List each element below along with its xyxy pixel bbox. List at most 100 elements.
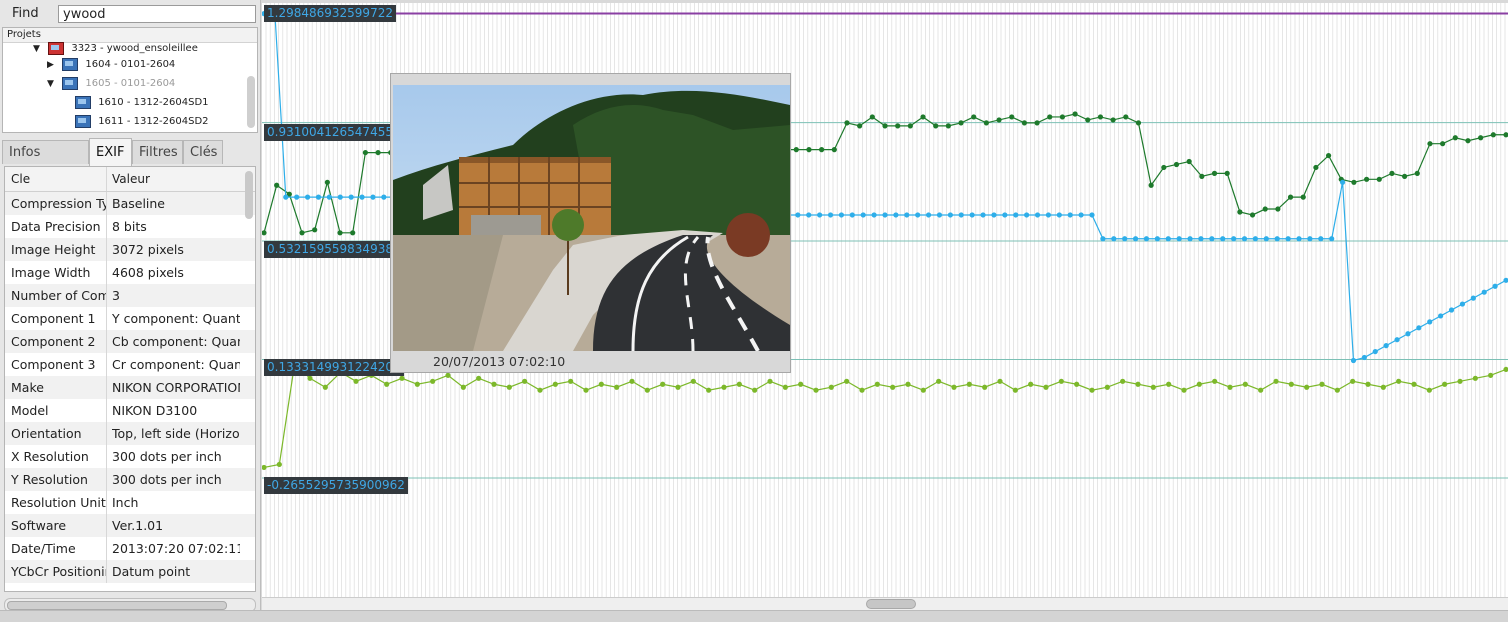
- column-divider: [106, 491, 107, 514]
- series-blue-point: [370, 194, 376, 200]
- exif-row[interactable]: Model NIKON D3100: [5, 399, 255, 422]
- computer-icon: [75, 95, 91, 109]
- exif-row[interactable]: Component 3 Cr component: Quantization: [5, 353, 255, 376]
- exif-value: 4608 pixels: [112, 265, 184, 280]
- tree-item-1610[interactable]: 1610 - 1312-2604SD1: [75, 93, 209, 112]
- computer-icon: [75, 114, 91, 128]
- column-divider: [106, 284, 107, 307]
- expand-arrow-icon[interactable]: ▶: [47, 56, 59, 75]
- series-light-green-point: [1135, 381, 1141, 387]
- exif-row[interactable]: Number of Components 3: [5, 284, 255, 307]
- exif-value: Y component: Quantization: [112, 311, 240, 326]
- tree-item-1611[interactable]: 1611 - 1312-2604SD2: [75, 112, 209, 131]
- series-light-green-point: [966, 381, 972, 387]
- photo-timestamp: 20/07/2013 07:02:10: [433, 354, 566, 369]
- tab-infos-image[interactable]: Infos Image: [2, 140, 89, 184]
- series-light-green-point: [951, 384, 957, 390]
- exif-row[interactable]: Data Precision 8 bits: [5, 215, 255, 238]
- exif-row[interactable]: Image Height 3072 pixels: [5, 238, 255, 261]
- exif-row[interactable]: Orientation Top, left side (Horizontal): [5, 422, 255, 445]
- series-dark-green-point: [971, 114, 977, 120]
- series-blue-point: [1241, 236, 1248, 242]
- series-light-green-point: [1043, 384, 1049, 390]
- tab-filtres[interactable]: Filtres: [132, 140, 183, 164]
- column-divider: [106, 399, 107, 422]
- series-light-green-point: [1350, 378, 1356, 384]
- series-light-green-point: [890, 384, 896, 390]
- exif-row[interactable]: X Resolution 300 dots per inch: [5, 445, 255, 468]
- exif-row[interactable]: YCbCr Positioning Datum point: [5, 560, 255, 583]
- column-header-cle[interactable]: Cle: [11, 167, 107, 191]
- column-divider[interactable]: [106, 167, 107, 191]
- series-blue-point: [1459, 301, 1466, 307]
- series-dark-green-point: [1034, 120, 1040, 126]
- exif-row[interactable]: Component 2 Cb component: Quantization: [5, 330, 255, 353]
- tab-cles[interactable]: Clés: [183, 140, 223, 164]
- scroll-thumb[interactable]: [7, 601, 227, 610]
- series-dark-green-point: [983, 120, 989, 126]
- series-dark-green-point: [1389, 170, 1395, 176]
- series-light-green-point: [813, 387, 819, 393]
- column-divider: [106, 261, 107, 284]
- exif-row[interactable]: Y Resolution 300 dots per inch: [5, 468, 255, 491]
- series-light-green-point: [430, 378, 436, 384]
- chart-scroll-thumb[interactable]: [866, 599, 916, 609]
- find-input[interactable]: ywood: [58, 5, 256, 23]
- exif-row[interactable]: Component 1 Y component: Quantization: [5, 307, 255, 330]
- series-blue-point: [860, 212, 866, 218]
- column-divider: [106, 422, 107, 445]
- series-light-green-point: [522, 378, 528, 384]
- series-light-green-point: [583, 387, 589, 393]
- column-divider: [106, 238, 107, 261]
- series-dark-green-point: [324, 179, 330, 185]
- series-blue-point: [947, 212, 953, 218]
- project-tree[interactable]: Projets ▼ 3323 - ywood_ensoleillee ▶ 160…: [2, 27, 258, 133]
- exif-row[interactable]: Image Width 4608 pixels: [5, 261, 255, 284]
- exif-value: NIKON CORPORATION: [112, 380, 240, 395]
- tab-exif[interactable]: EXIF: [89, 138, 132, 166]
- exif-key: YCbCr Positioning: [11, 564, 107, 579]
- exif-value: Cr component: Quantization: [112, 357, 240, 372]
- series-dark-green-point: [1440, 141, 1446, 147]
- series-blue-point: [1405, 331, 1411, 337]
- exif-scrollbar[interactable]: [245, 171, 253, 219]
- collapse-arrow-icon[interactable]: ▼: [47, 75, 59, 94]
- tree-item-1604[interactable]: ▶ 1604 - 0101-2604: [47, 55, 175, 74]
- series-blue-point: [1361, 354, 1367, 361]
- series-blue-point: [871, 212, 877, 218]
- find-label: Find: [12, 6, 39, 21]
- tree-item-1605[interactable]: ▼ 1605 - 0101-2604: [47, 74, 175, 93]
- series-blue-point: [381, 194, 387, 200]
- series-blue-point: [1165, 236, 1171, 242]
- exif-row[interactable]: Make NIKON CORPORATION: [5, 376, 255, 399]
- series-light-green-point: [905, 381, 911, 387]
- series-blue-point: [1492, 283, 1498, 289]
- series-blue-point: [1231, 236, 1237, 242]
- exif-row[interactable]: Compression Type Baseline: [5, 192, 255, 215]
- exif-row[interactable]: Software Ver.1.01: [5, 514, 255, 537]
- series-blue-point: [1078, 212, 1084, 218]
- exif-row[interactable]: Date/Time 2013:07:20 07:02:11: [5, 537, 255, 560]
- series-blue-point: [359, 194, 365, 200]
- series-dark-green-point: [1287, 194, 1294, 200]
- series-light-green-point: [1334, 387, 1340, 393]
- series-blue-point: [283, 194, 289, 200]
- exif-row[interactable]: Resolution Unit Inch: [5, 491, 255, 514]
- tree-scrollbar[interactable]: [247, 76, 255, 128]
- series-light-green-point: [1166, 381, 1172, 387]
- series-light-green-point: [1288, 381, 1294, 387]
- exif-key: Number of Components: [11, 288, 107, 303]
- status-bar: [0, 610, 1508, 622]
- series-dark-green-point: [1186, 158, 1192, 165]
- series-light-green-point: [491, 381, 497, 387]
- collapse-arrow-icon[interactable]: ▼: [33, 40, 45, 59]
- column-header-valeur[interactable]: Valeur: [112, 167, 240, 191]
- exif-table: Cle Valeur Compression Type Baseline Data …: [4, 166, 256, 592]
- series-light-green-point: [736, 381, 742, 387]
- series-dark-green-point: [1135, 120, 1142, 126]
- chart-horizontal-scrollbar[interactable]: [262, 597, 1508, 610]
- series-blue-point: [1427, 319, 1433, 325]
- series-dark-green-point: [1097, 114, 1104, 120]
- series-dark-green-point: [1249, 212, 1256, 218]
- series-light-green-point: [1242, 381, 1248, 387]
